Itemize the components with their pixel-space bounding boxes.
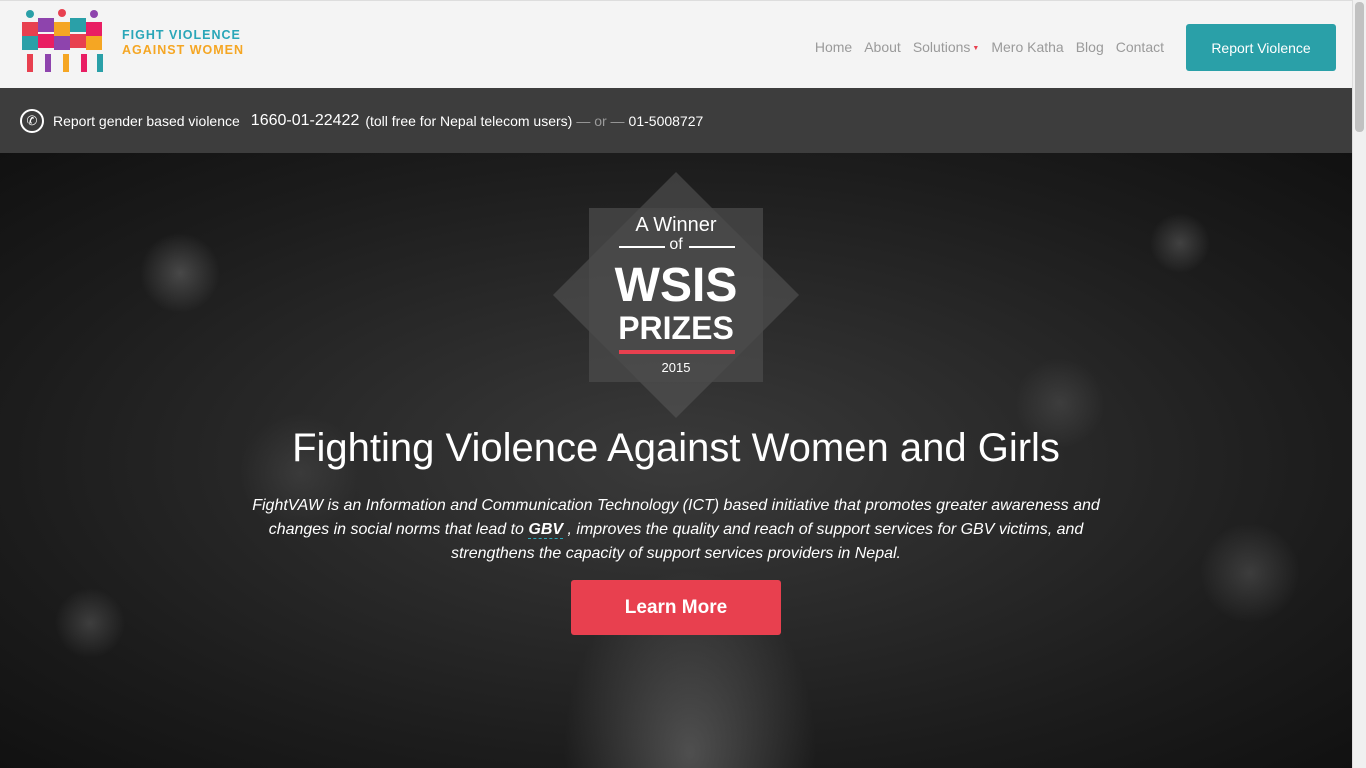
report-violence-button[interactable]: Report Violence bbox=[1186, 24, 1336, 71]
nav-about[interactable]: About bbox=[864, 39, 901, 55]
phone-icon: ✆ bbox=[20, 108, 44, 133]
badge-winner-text: A Winner bbox=[635, 214, 717, 236]
learn-more-button[interactable]: Learn More bbox=[571, 580, 781, 635]
hero-headline: Fighting Violence Against Women and Girl… bbox=[292, 426, 1060, 470]
helpline-bar: ✆ Report gender based violence 1660-01-2… bbox=[0, 88, 1352, 153]
badge-of-text: of bbox=[589, 236, 763, 254]
page-scrollbar[interactable] bbox=[1352, 0, 1366, 768]
logo-line-2: AGAINST WOMEN bbox=[122, 43, 245, 57]
caret-down-icon: ▼ bbox=[972, 45, 980, 52]
scrollbar-thumb[interactable] bbox=[1355, 2, 1364, 132]
badge-prizes-text: PRIZES bbox=[618, 310, 734, 346]
wsis-award-badge: A Winner of WSIS PRIZES 2015 bbox=[589, 208, 763, 382]
logo-line-1: FIGHT VIOLENCE bbox=[122, 28, 241, 42]
nav-contact[interactable]: Contact bbox=[1116, 39, 1164, 55]
helpline-number[interactable]: 1660-01-22422 bbox=[251, 112, 360, 130]
puzzle-people-logo-icon bbox=[22, 9, 103, 72]
nav-blog[interactable]: Blog bbox=[1076, 39, 1104, 55]
hero-section: A Winner of WSIS PRIZES 2015 Fighting Vi… bbox=[0, 153, 1352, 768]
header: FIGHT VIOLENCE AGAINST WOMEN Home About … bbox=[0, 0, 1352, 88]
badge-year: 2015 bbox=[661, 360, 691, 375]
or-separator: — or — bbox=[576, 112, 625, 129]
gbv-abbreviation[interactable]: GBV bbox=[528, 521, 564, 539]
hero-description: FightVAW is an Information and Communica… bbox=[226, 494, 1126, 566]
nav-solutions-label: Solutions bbox=[912, 39, 971, 55]
helpline-alt-number[interactable]: 01-5008727 bbox=[629, 113, 704, 129]
logo-text: FIGHT VIOLENCE AGAINST WOMEN bbox=[122, 28, 244, 58]
badge-underline bbox=[619, 350, 735, 354]
badge-wsis-text: WSIS bbox=[614, 259, 738, 312]
helpline-note: (toll free for Nepal telecom users) bbox=[365, 112, 573, 129]
site-logo[interactable]: FIGHT VIOLENCE AGAINST WOMEN bbox=[20, 7, 250, 79]
nav-home[interactable]: Home bbox=[815, 39, 852, 55]
nav-mero-katha[interactable]: Mero Katha bbox=[991, 39, 1063, 55]
main-nav: Home About Solutions ▼ Mero Katha Blog Co… bbox=[803, 39, 1164, 55]
helpline-label: Report gender based violence bbox=[53, 112, 240, 129]
nav-solutions[interactable]: Solutions ▼ bbox=[913, 39, 980, 55]
